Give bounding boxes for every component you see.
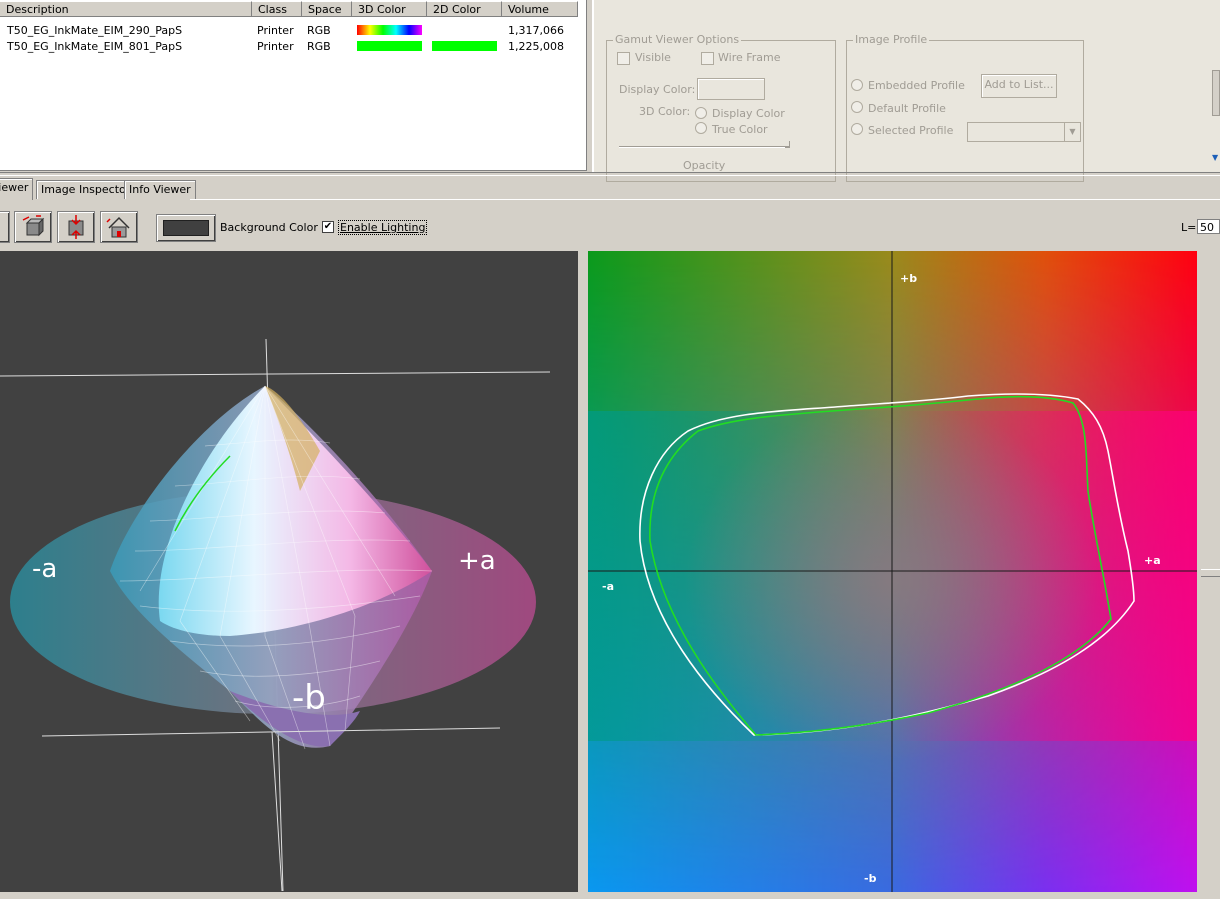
background-color-button[interactable]: [156, 214, 216, 242]
tab-strip: Viewer Image Inspector Info Viewer: [0, 178, 1220, 200]
wireframe-label: Wire Frame: [718, 51, 781, 64]
display-color-button[interactable]: [697, 78, 765, 100]
rotate-view-button[interactable]: [0, 211, 10, 243]
visible-label: Visible: [635, 51, 671, 64]
axis-label-neg-a: -a: [32, 554, 57, 584]
tab-info-viewer[interactable]: Info Viewer: [124, 180, 196, 199]
gamut-3d-viewer[interactable]: -a +a -b: [0, 251, 578, 892]
background-color-swatch: [163, 220, 209, 236]
cube-rotate-icon: [22, 215, 45, 237]
row-2d-color-swatch: [432, 41, 497, 51]
l-value-input[interactable]: 50: [1197, 219, 1220, 234]
column-header-space[interactable]: Space: [302, 1, 352, 17]
splitter[interactable]: [0, 172, 1220, 176]
row-3d-color-swatch: [357, 41, 422, 51]
gamut-viewer-options-title: Gamut Viewer Options: [613, 33, 742, 46]
l-slider-thumb[interactable]: [1201, 569, 1220, 577]
row-3d-color-swatch: [357, 25, 422, 35]
options-panel: Gamut Viewer Options Visible Wire Frame …: [592, 0, 1214, 182]
image-profile-title: Image Profile: [853, 33, 930, 46]
default-profile-label: Default Profile: [868, 102, 946, 115]
opacity-label: Opacity: [683, 159, 726, 172]
row-description: T50_EG_InkMate_EIM_801_PapS: [7, 40, 183, 53]
true-color-radio[interactable]: [695, 122, 707, 134]
tab-baseline: [190, 199, 1220, 200]
display-color-label: Display Color:: [619, 83, 696, 96]
scroll-down-icon[interactable]: ▼: [1212, 150, 1220, 166]
viewer-gap: [578, 251, 588, 892]
row-class: Printer: [257, 24, 294, 37]
column-header-2d-color[interactable]: 2D Color: [427, 1, 502, 17]
enable-lighting-checkbox[interactable]: ✔: [322, 221, 334, 233]
opacity-slider[interactable]: [619, 146, 789, 148]
axis-label-neg-b: -b: [864, 872, 877, 885]
home-view-button[interactable]: [100, 211, 138, 243]
tab-image-inspector[interactable]: Image Inspector: [36, 180, 136, 199]
selected-profile-radio[interactable]: [851, 123, 863, 135]
tab-viewer[interactable]: Viewer: [0, 178, 34, 200]
3d-color-label: 3D Color:: [639, 105, 691, 118]
axis-label-pos-b: +b: [900, 272, 917, 285]
options-scrollbar[interactable]: ▼: [1212, 0, 1220, 172]
row-volume: 1,317,066: [508, 24, 564, 37]
selected-profile-dropdown[interactable]: ▼: [967, 122, 1081, 142]
image-profile-group: Image Profile Embedded Profile Add to Li…: [846, 33, 1084, 182]
embedded-profile-radio[interactable]: [851, 79, 863, 91]
column-header-3d-color[interactable]: 3D Color: [352, 1, 427, 17]
add-to-list-button[interactable]: Add to List...: [981, 74, 1057, 98]
wireframe-checkbox[interactable]: [701, 52, 714, 65]
column-header-description[interactable]: Description: [0, 1, 252, 17]
display-color-radio-label: Display Color: [712, 107, 785, 120]
row-space: RGB: [307, 40, 331, 53]
row-class: Printer: [257, 40, 294, 53]
gamut-2d-viewer[interactable]: +b -b +a -a: [588, 251, 1197, 892]
row-description: T50_EG_InkMate_EIM_290_PapS: [7, 24, 183, 37]
chevron-down-icon[interactable]: ▼: [1064, 123, 1080, 141]
gamut-2d-canvas[interactable]: +b -b +a -a: [588, 251, 1197, 892]
default-profile-radio[interactable]: [851, 101, 863, 113]
opacity-slider-thumb[interactable]: [785, 141, 790, 148]
center-view-button[interactable]: [57, 211, 95, 243]
row-space: RGB: [307, 24, 331, 37]
cube-center-icon: [68, 215, 84, 239]
selected-profile-label: Selected Profile: [868, 124, 954, 137]
column-header-volume[interactable]: Volume: [502, 1, 578, 17]
axis-label-pos-a: +a: [1144, 554, 1161, 567]
background-color-label: Background Color: [220, 221, 318, 234]
gamut-3d-canvas[interactable]: -a +a -b: [0, 251, 578, 892]
home-icon: [106, 216, 130, 238]
row-volume: 1,225,008: [508, 40, 564, 53]
enable-lighting-label[interactable]: Enable Lighting: [338, 220, 428, 235]
display-color-radio[interactable]: [695, 107, 707, 119]
profile-table[interactable]: Description Class Space 3D Color 2D Colo…: [0, 0, 587, 171]
axis-line-top: [0, 371, 551, 377]
l-slider-track[interactable]: [1197, 251, 1220, 892]
scrollbar-thumb[interactable]: [1212, 70, 1220, 116]
true-color-radio-label: True Color: [712, 123, 768, 136]
reset-rotation-button[interactable]: [14, 211, 52, 243]
axis-label-pos-a: +a: [458, 546, 496, 576]
l-value-label: L=: [1181, 221, 1197, 234]
embedded-profile-label: Embedded Profile: [868, 79, 965, 92]
visible-checkbox[interactable]: [617, 52, 630, 65]
gamut-viewer-options-group: Gamut Viewer Options Visible Wire Frame …: [606, 33, 836, 182]
column-header-class[interactable]: Class: [252, 1, 302, 17]
axis-label-neg-b: -b: [292, 678, 326, 718]
axis-label-neg-a: -a: [602, 580, 614, 593]
